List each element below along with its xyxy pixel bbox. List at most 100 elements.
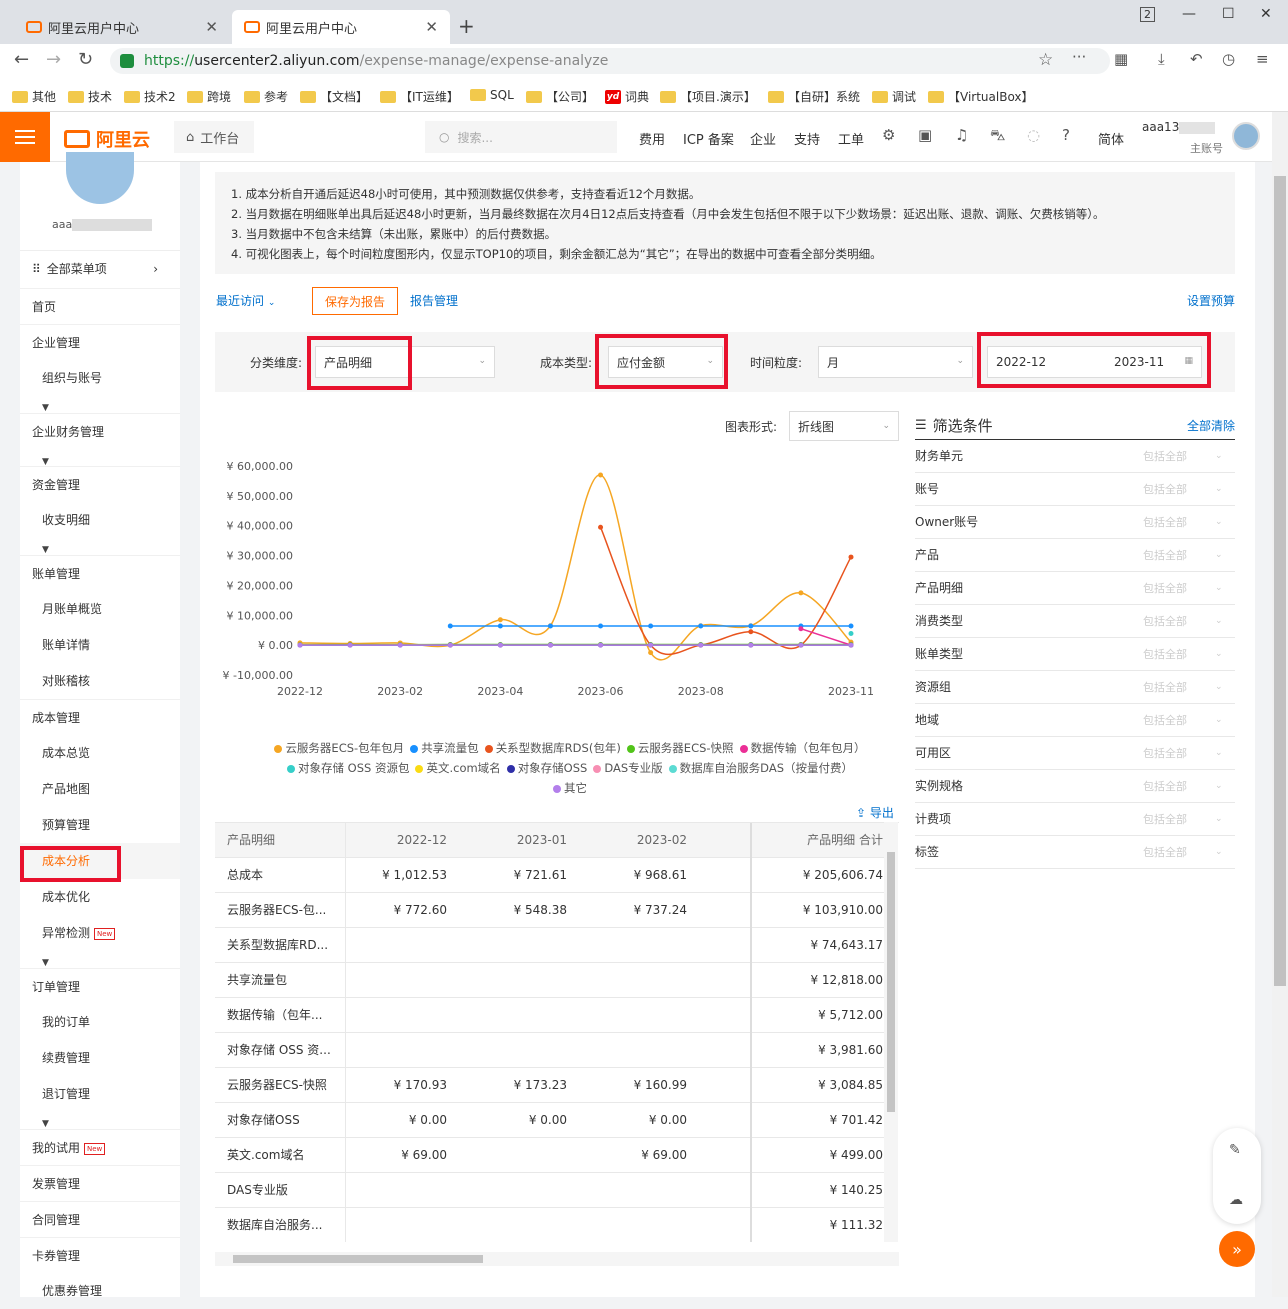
dimension-select[interactable]: 产品明细⌄ [315, 346, 495, 378]
bookmark-folder[interactable]: SQL [470, 88, 514, 102]
sidebar-item[interactable]: 成本分析 [20, 843, 180, 879]
sidebar-item[interactable]: 成本总览 [20, 735, 180, 771]
sidebar-item[interactable]: 资金管理 [20, 466, 180, 502]
chart-form-select[interactable]: 折线图⌄ [789, 411, 899, 441]
set-budget-link[interactable]: 设置预算 [1187, 292, 1235, 309]
browser-tab[interactable]: 阿里云用户中心 ✕ [14, 10, 230, 44]
terminal-icon[interactable]: ▣ [918, 126, 932, 144]
lightbulb-icon[interactable]: ◌ [1027, 126, 1040, 144]
legend-item[interactable]: 对象存储OSS [507, 758, 588, 778]
sidebar-item[interactable]: 对账稽核 [20, 663, 180, 699]
nav-support[interactable]: 支持 [794, 129, 820, 148]
sidebar-item[interactable]: 成本优化 [20, 879, 180, 915]
help-icon[interactable]: ? [1062, 126, 1070, 144]
legend-item[interactable]: 对象存储 OSS 资源包 [287, 758, 409, 778]
bell-icon[interactable]: ♫ [955, 126, 968, 144]
edit-icon[interactable]: ✎ [1229, 1142, 1241, 1158]
filter-row[interactable]: 标签包括全部⌄ [915, 836, 1235, 869]
filter-row[interactable]: 实例规格包括全部⌄ [915, 770, 1235, 803]
language-switch[interactable]: 简体 [1098, 129, 1124, 148]
download-icon[interactable]: ⤓ [1158, 50, 1165, 68]
filter-row[interactable]: 账单类型包括全部⌄ [915, 638, 1235, 671]
forward-icon[interactable]: → [46, 49, 61, 70]
menu-icon[interactable]: ≡ [1256, 50, 1269, 68]
nav-icp[interactable]: ICP 备案 [683, 129, 734, 148]
bookmark-folder[interactable]: 【自研】系统 [768, 88, 860, 105]
cloud-icon[interactable]: ☁ [1229, 1192, 1243, 1208]
sidebar-item[interactable]: 成本管理 [20, 699, 180, 735]
new-tab-icon[interactable]: + [458, 14, 475, 38]
bookmark-link[interactable]: yd词典 [605, 88, 649, 105]
avatar[interactable] [1232, 122, 1260, 150]
sidebar-item[interactable]: 退订管理▼ [20, 1076, 180, 1112]
bookmark-folder[interactable]: 【VirtualBox】 [928, 88, 1034, 105]
page-scrollbar[interactable] [1272, 112, 1288, 1297]
filter-row[interactable]: 计费项包括全部⌄ [915, 803, 1235, 836]
search-input[interactable]: ○搜索... [425, 121, 617, 153]
bookmark-folder[interactable]: 【项目.演示】 [660, 88, 756, 105]
sidebar-item[interactable]: 异常检测New▼ [20, 915, 180, 951]
legend-item[interactable]: 关系型数据库RDS(包年) [485, 738, 621, 758]
save-report-button[interactable]: 保存为报告 [312, 287, 398, 315]
bookmark-folder[interactable]: 其他 [12, 88, 56, 105]
filter-row[interactable]: 可用区包括全部⌄ [915, 737, 1235, 770]
sidebar-item[interactable]: 收支明细▼ [20, 502, 180, 538]
sidebar-item[interactable]: 发票管理 [20, 1165, 180, 1201]
bookmark-folder[interactable]: 调试 [872, 88, 916, 105]
workbench-button[interactable]: ⌂工作台 [174, 121, 254, 153]
sidebar-item[interactable]: 我的试用New [20, 1129, 180, 1165]
bookmark-folder[interactable]: 【IT运维】 [380, 88, 459, 105]
cost-type-select[interactable]: 应付金额⌄ [608, 346, 723, 378]
close-tab-icon[interactable]: ✕ [425, 18, 438, 36]
bookmark-star-icon[interactable]: ☆ [1038, 50, 1053, 70]
nav-ticket[interactable]: 工单 [838, 129, 864, 148]
filter-row[interactable]: 地域包括全部⌄ [915, 704, 1235, 737]
url-input[interactable]: https:// usercenter2.aliyun.com /expense… [110, 48, 1110, 74]
sidebar-item[interactable]: 企业管理 [20, 324, 180, 360]
filter-row[interactable]: 消费类型包括全部⌄ [915, 605, 1235, 638]
all-menu-item[interactable]: ⠿全部菜单项› [20, 250, 180, 286]
sidebar-item[interactable]: 合同管理 [20, 1201, 180, 1237]
user-menu[interactable]: aaa13 主账号 [1142, 120, 1215, 134]
hamburger-menu-icon[interactable] [0, 112, 50, 162]
filter-row[interactable]: Owner账号包括全部⌄ [915, 506, 1235, 539]
legend-item[interactable]: DAS专业版 [593, 758, 662, 778]
bookmark-folder[interactable]: 跨境 [187, 88, 231, 105]
bookmark-folder[interactable]: 技术 [68, 88, 112, 105]
sidebar-item[interactable]: 企业财务管理▼ [20, 413, 180, 449]
legend-item[interactable]: 共享流量包 [410, 738, 479, 758]
minimize-icon[interactable]: — [1182, 6, 1196, 22]
sidebar-item[interactable]: 首页 [20, 288, 180, 324]
api-icon[interactable]: ⚙ [882, 126, 895, 144]
sidebar-item[interactable]: 预算管理 [20, 807, 180, 843]
granularity-select[interactable]: 月⌄ [818, 346, 973, 378]
table-vertical-scrollbar[interactable] [884, 822, 898, 1242]
apps-grid-icon[interactable]: ▦ [1114, 50, 1128, 68]
nav-enterprise[interactable]: 企业 [750, 129, 776, 148]
bookmark-folder[interactable]: 【公司】 [526, 88, 594, 105]
table-horizontal-scrollbar[interactable] [215, 1252, 899, 1266]
legend-item[interactable]: 云服务器ECS-包年包月 [274, 738, 404, 758]
legend-item[interactable]: 英文.com域名 [415, 758, 500, 778]
browser-tab-active[interactable]: 阿里云用户中心 ✕ [232, 10, 450, 44]
aliyun-logo[interactable]: 阿里云 [64, 126, 150, 152]
legend-item[interactable]: 数据传输（包年包月） [740, 738, 866, 758]
back-icon[interactable]: ← [14, 49, 29, 70]
filter-row[interactable]: 账号包括全部⌄ [915, 473, 1235, 506]
maximize-icon[interactable]: ☐ [1222, 6, 1235, 22]
filter-row[interactable]: 财务单元包括全部⌄ [915, 440, 1235, 473]
history-icon[interactable]: ◷ [1222, 50, 1235, 68]
export-button[interactable]: ⇪ 导出 [856, 804, 894, 821]
cart-icon[interactable]: ⛍ [990, 126, 1005, 146]
sidebar-item[interactable]: 产品地图 [20, 771, 180, 807]
recent-visits-dropdown[interactable]: 最近访问 ⌄ [216, 292, 275, 309]
sidebar-item[interactable]: 优惠券管理 [20, 1273, 180, 1309]
bookmark-folder[interactable]: 技术2 [124, 88, 176, 105]
bookmark-folder[interactable]: 参考 [244, 88, 288, 105]
filter-row[interactable]: 资源组包括全部⌄ [915, 671, 1235, 704]
tab-count-badge[interactable]: 2 [1140, 7, 1155, 22]
more-icon[interactable]: ··· [1072, 48, 1086, 66]
date-range-picker[interactable]: 2022-12 2023-11 ▦ [987, 346, 1202, 378]
legend-item[interactable]: 数据库自治服务DAS（按量付费） [669, 758, 853, 778]
sidebar-item[interactable]: 组织与账号▼ [20, 360, 180, 396]
